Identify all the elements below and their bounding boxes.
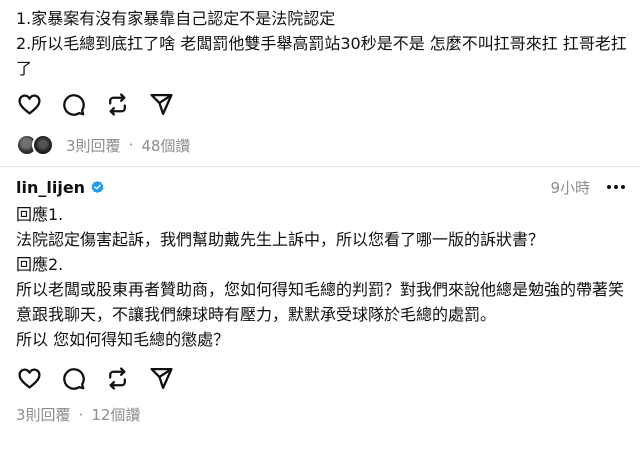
post1-line: 1.家暴案有沒有家暴靠自己認定不是法院認定	[16, 9, 336, 28]
post1-line: 2.所以毛總到底扛了啥 老闆罰他雙手舉高罰站30秒是不是 怎麼不叫扛哥來扛 扛哥…	[16, 34, 627, 78]
more-dot-icon	[621, 185, 625, 189]
post1-meta: 3則回覆 · 48個讚	[16, 134, 190, 156]
post2-line: 所以老闆或股東再者贊助商，您如何得知毛總的判罰？對我們來說他總是勉強的帶著笑意跟…	[16, 280, 625, 324]
meta-separator: ·	[128, 136, 134, 154]
like-button[interactable]	[16, 91, 42, 117]
comment-button[interactable]	[60, 365, 86, 391]
post2-body: 回應1. 法院認定傷害起訴，我們幫助戴先生上訴中，所以您看了哪一版的訴狀書？ 回…	[16, 202, 630, 352]
share-button[interactable]	[148, 365, 174, 391]
timestamp: 9小時	[550, 178, 590, 197]
post2-meta: 3則回覆 · 12個讚	[16, 404, 140, 425]
post2-line: 回應1.	[16, 205, 64, 224]
post2-line: 所以 您如何得知毛總的懲處？	[16, 330, 230, 349]
replies-count[interactable]: 3則回覆	[16, 404, 71, 425]
post1-body: 1.家暴案有沒有家暴靠自己認定不是法院認定 2.所以毛總到底扛了啥 老闆罰他雙手…	[16, 6, 630, 81]
post2-action-bar	[16, 366, 174, 390]
likes-count[interactable]: 48個讚	[141, 135, 190, 156]
repost-arrows-icon	[108, 366, 126, 390]
paper-plane-icon	[149, 93, 173, 115]
meta-separator: ·	[78, 405, 84, 424]
post1-action-bar	[16, 92, 174, 116]
more-options-button[interactable]	[604, 175, 628, 199]
reply-avatars[interactable]	[16, 134, 54, 156]
likes-count[interactable]: 12個讚	[91, 404, 140, 425]
like-button[interactable]	[16, 365, 42, 391]
repost-button[interactable]	[104, 91, 130, 117]
more-dot-icon	[614, 185, 618, 189]
share-button[interactable]	[148, 91, 174, 117]
post2-header: lin_lijen 9小時	[16, 174, 628, 200]
paper-plane-icon	[149, 367, 173, 389]
repost-arrows-icon	[108, 92, 126, 116]
post-divider	[0, 166, 640, 167]
more-dot-icon	[607, 185, 611, 189]
post2-line: 回應2.	[16, 255, 64, 274]
replies-count[interactable]: 3則回覆	[66, 135, 121, 156]
header-right: 9小時	[550, 175, 628, 199]
heart-icon	[17, 94, 41, 114]
speech-bubble-icon	[62, 367, 85, 390]
comment-button[interactable]	[60, 91, 86, 117]
verified-badge-icon	[91, 180, 104, 193]
repost-button[interactable]	[104, 365, 130, 391]
heart-icon	[17, 368, 41, 388]
avatar	[32, 134, 54, 156]
speech-bubble-icon	[62, 93, 85, 116]
username[interactable]: lin_lijen	[16, 178, 85, 197]
post2-line: 法院認定傷害起訴，我們幫助戴先生上訴中，所以您看了哪一版的訴狀書？	[16, 230, 545, 249]
